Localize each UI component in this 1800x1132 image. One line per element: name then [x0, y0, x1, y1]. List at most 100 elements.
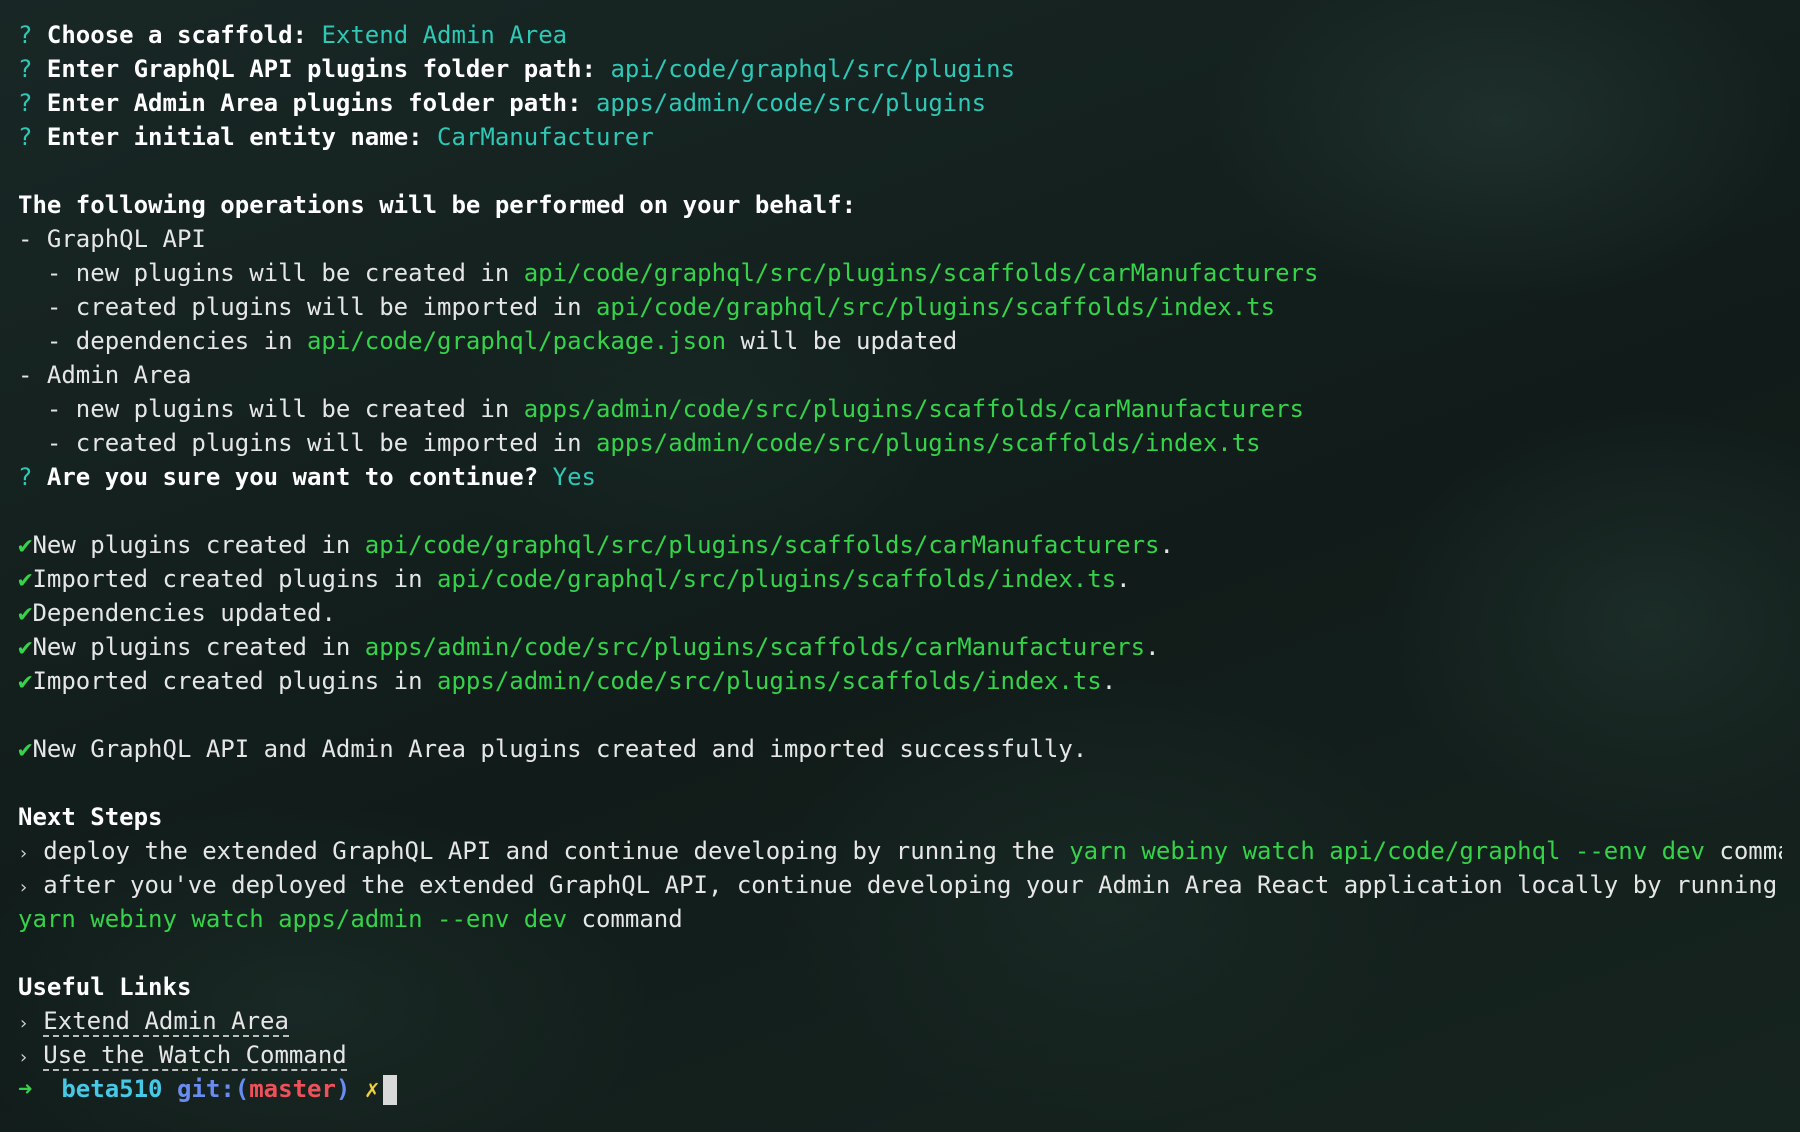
- success-message: ✔New GraphQL API and Admin Area plugins …: [18, 732, 1782, 766]
- checkmark-icon: ✔: [18, 633, 33, 661]
- result-suffix: .: [1101, 667, 1117, 695]
- prompt-question: Enter Admin Area plugins folder path:: [46, 89, 582, 117]
- operation-path: api/code/graphql/package.json: [306, 327, 727, 355]
- terminal-window[interactable]: ? Choose a scaffold: Extend Admin Area ?…: [0, 0, 1800, 1132]
- prompt-line-scaffold: ? Choose a scaffold: Extend Admin Area: [18, 18, 1782, 52]
- question-mark: ?: [18, 21, 33, 49]
- prompt-question: Choose a scaffold:: [46, 21, 307, 49]
- result-suffix: .: [1145, 633, 1160, 661]
- git-branch: master: [249, 1075, 336, 1103]
- admin-section-title: - Admin Area: [18, 358, 1782, 392]
- next-step-suffix: command: [567, 905, 683, 933]
- result-text: Dependencies updated.: [32, 599, 336, 627]
- next-step-item: › deploy the extended GraphQL API and co…: [18, 834, 1782, 868]
- question-mark: ?: [18, 463, 33, 491]
- result-item: ✔New plugins created in apps/admin/code/…: [18, 630, 1782, 664]
- prompt-line-entity-name: ? Enter initial entity name: CarManufact…: [18, 120, 1782, 154]
- question-mark: ?: [18, 123, 33, 151]
- operation-text: - dependencies in: [18, 327, 307, 355]
- result-suffix: .: [1116, 565, 1131, 593]
- result-item: ✔Imported created plugins in api/code/gr…: [18, 562, 1782, 596]
- operation-item: - dependencies in api/code/graphql/packa…: [18, 324, 1782, 358]
- result-text: Imported created plugins in: [32, 667, 438, 695]
- link-extend-admin-area[interactable]: Extend Admin Area: [43, 1007, 289, 1037]
- chevron-right-icon: ›: [18, 877, 29, 898]
- git-label-close: ): [335, 1075, 351, 1103]
- next-step-command: yarn webiny watch api/code/graphql --env…: [1069, 837, 1705, 865]
- checkmark-icon: ✔: [18, 735, 33, 763]
- operation-item: - new plugins will be created in apps/ad…: [18, 392, 1782, 426]
- checkmark-icon: ✔: [18, 565, 33, 593]
- result-path: apps/admin/code/src/plugins/scaffolds/in…: [437, 667, 1102, 695]
- success-text: New GraphQL API and Admin Area plugins c…: [32, 735, 1088, 763]
- link-watch-command[interactable]: Use the Watch Command: [43, 1041, 347, 1071]
- operations-heading-text: The following operations will be perform…: [18, 191, 857, 219]
- useful-link-item: › Use the Watch Command: [18, 1038, 1782, 1072]
- prompt-answer: Yes: [552, 463, 596, 491]
- git-label: git:(: [176, 1075, 250, 1103]
- question-mark: ?: [18, 55, 33, 83]
- prompt-question: Enter GraphQL API plugins folder path:: [46, 55, 596, 83]
- checkmark-icon: ✔: [18, 599, 33, 627]
- prompt-answer: apps/admin/code/src/plugins: [595, 89, 987, 117]
- question-mark: ?: [18, 89, 33, 117]
- operation-path: apps/admin/code/src/plugins/scaffolds/in…: [595, 429, 1261, 457]
- result-suffix: .: [1159, 531, 1174, 559]
- useful-links-heading-text: Useful Links: [18, 973, 192, 1001]
- current-directory: beta510: [61, 1075, 163, 1103]
- chevron-right-icon: ›: [18, 843, 29, 864]
- chevron-right-icon: ›: [18, 1013, 29, 1034]
- operation-item: - new plugins will be created in api/cod…: [18, 256, 1782, 290]
- next-step-text: deploy the extended GraphQL API and cont…: [28, 837, 1070, 865]
- next-step-suffix: command: [1719, 837, 1782, 865]
- useful-link-item: › Extend Admin Area: [18, 1004, 1782, 1038]
- operation-item: - created plugins will be imported in ap…: [18, 426, 1782, 460]
- operation-path: api/code/graphql/src/plugins/scaffolds/i…: [595, 293, 1276, 321]
- next-steps-heading: Next Steps: [18, 800, 1782, 834]
- next-step-command: yarn webiny watch apps/admin --env dev: [18, 905, 568, 933]
- result-text: Imported created plugins in: [32, 565, 438, 593]
- result-path: api/code/graphql/src/plugins/scaffolds/c…: [364, 531, 1160, 559]
- operations-heading: The following operations will be perform…: [18, 188, 1782, 222]
- useful-links-heading: Useful Links: [18, 970, 1782, 1004]
- operation-text: - created plugins will be imported in: [18, 429, 596, 457]
- operation-suffix: will be updated: [726, 327, 958, 355]
- result-text: New plugins created in: [32, 531, 365, 559]
- result-item: ✔Dependencies updated.: [18, 596, 1782, 630]
- confirm-prompt: ? Are you sure you want to continue? Yes: [18, 460, 1782, 494]
- admin-title-text: - Admin Area: [18, 361, 192, 389]
- prompt-line-admin-path: ? Enter Admin Area plugins folder path: …: [18, 86, 1782, 120]
- result-path: apps/admin/code/src/plugins/scaffolds/ca…: [364, 633, 1146, 661]
- text-cursor[interactable]: [383, 1075, 398, 1105]
- shell-prompt[interactable]: ➜ beta510 git:(master) ✗: [18, 1072, 1782, 1106]
- checkmark-icon: ✔: [18, 667, 33, 695]
- operation-text: - new plugins will be created in: [18, 395, 524, 423]
- prompt-line-graphql-path: ? Enter GraphQL API plugins folder path:…: [18, 52, 1782, 86]
- next-step-item: › after you've deployed the extended Gra…: [18, 868, 1782, 902]
- chevron-right-icon: ›: [18, 1047, 29, 1068]
- arrow-right-icon: ➜: [18, 1075, 33, 1103]
- prompt-question: Are you sure you want to continue?: [46, 463, 539, 491]
- operation-text: - new plugins will be created in: [18, 259, 524, 287]
- result-text: New plugins created in: [32, 633, 365, 661]
- result-item: ✔New plugins created in api/code/graphql…: [18, 528, 1782, 562]
- prompt-answer: api/code/graphql/src/plugins: [610, 55, 1016, 83]
- next-step-item-continued: yarn webiny watch apps/admin --env dev c…: [18, 902, 1782, 936]
- graphql-section-title: - GraphQL API: [18, 222, 1782, 256]
- dirty-state-icon: ✗: [364, 1075, 380, 1103]
- graphql-title-text: - GraphQL API: [18, 225, 206, 253]
- prompt-answer: CarManufacturer: [437, 123, 654, 151]
- result-path: api/code/graphql/src/plugins/scaffolds/i…: [437, 565, 1117, 593]
- prompt-question: Enter initial entity name:: [46, 123, 423, 151]
- checkmark-icon: ✔: [18, 531, 33, 559]
- operation-text: - created plugins will be imported in: [18, 293, 596, 321]
- operation-path: api/code/graphql/src/plugins/scaffolds/c…: [523, 259, 1319, 287]
- result-item: ✔Imported created plugins in apps/admin/…: [18, 664, 1782, 698]
- operation-item: - created plugins will be imported in ap…: [18, 290, 1782, 324]
- operation-path: apps/admin/code/src/plugins/scaffolds/ca…: [523, 395, 1304, 423]
